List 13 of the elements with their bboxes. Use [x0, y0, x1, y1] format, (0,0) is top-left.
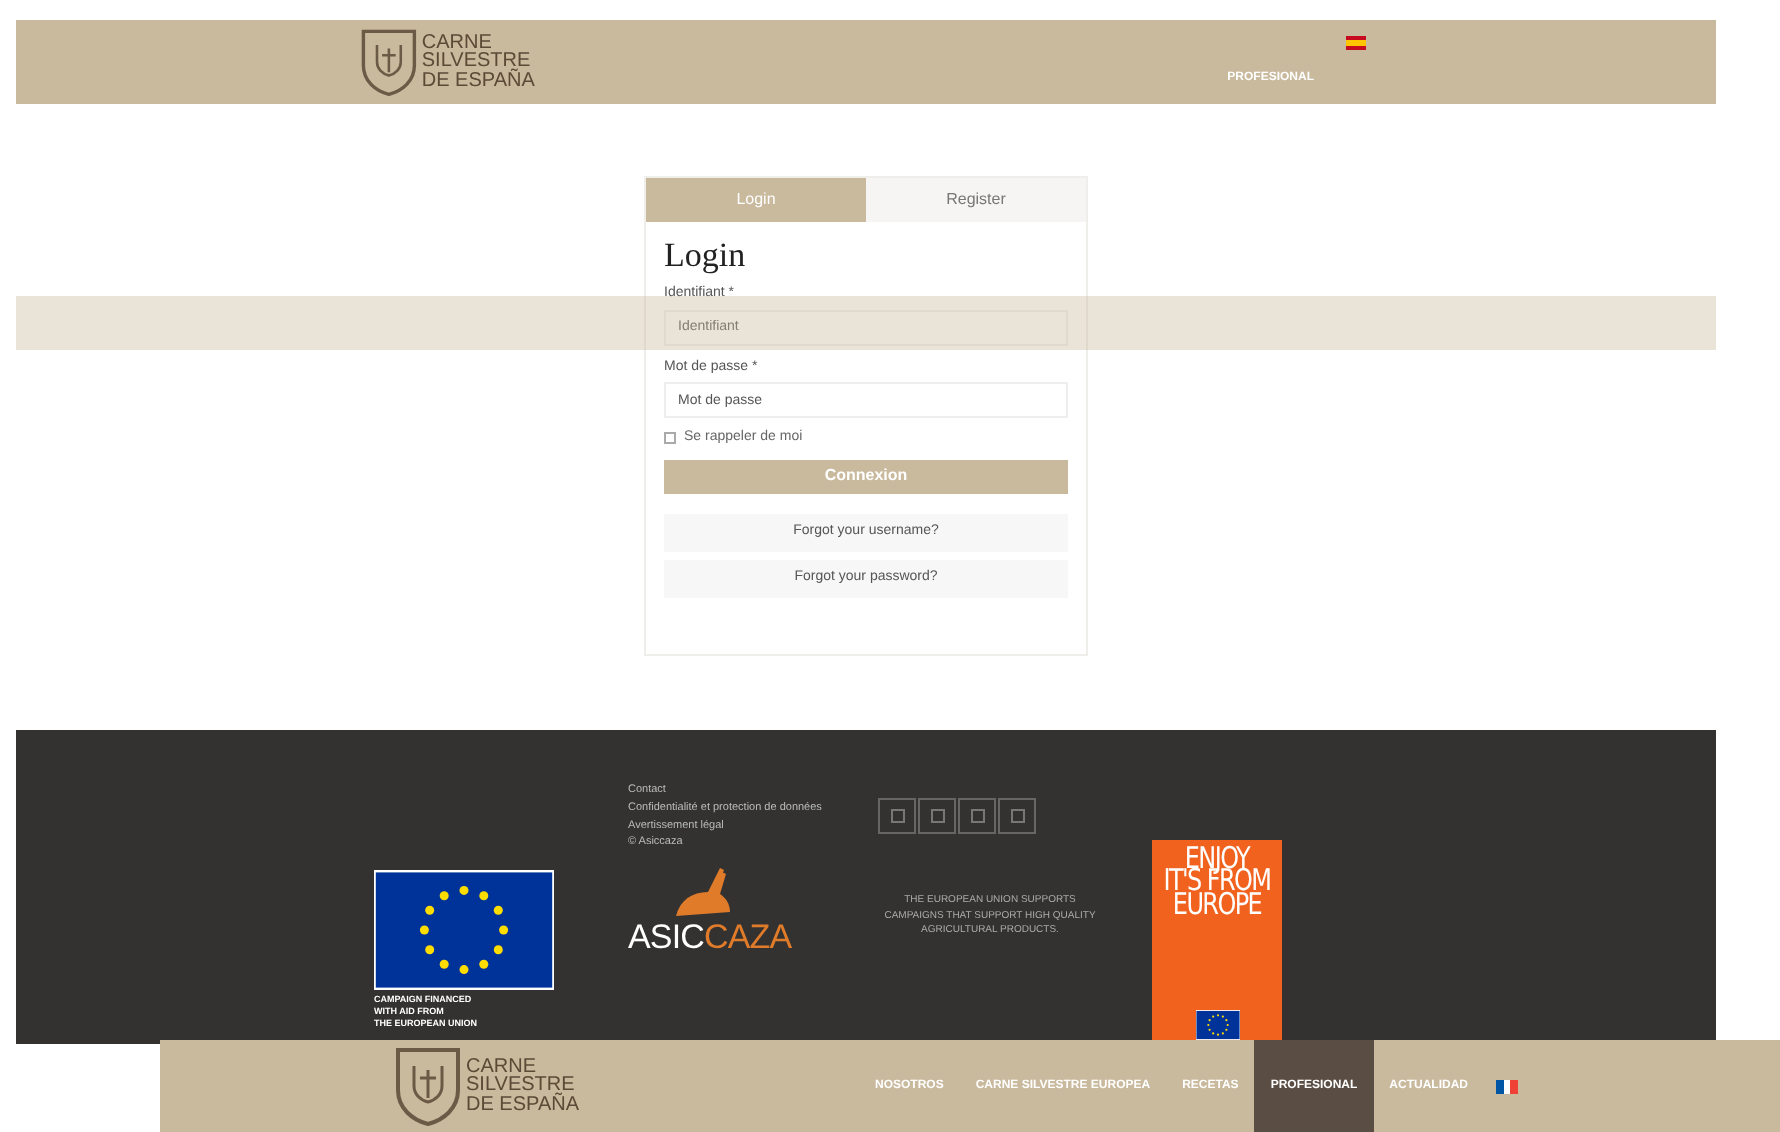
- eu-flag-icon: [374, 870, 554, 990]
- brand-name[interactable]: CARNE SILVESTRE DE ESPAÑA: [421, 33, 535, 91]
- shield-logo-icon: [394, 1046, 462, 1126]
- checkbox[interactable]: [664, 432, 676, 445]
- login-tab[interactable]: Register: [866, 178, 1086, 222]
- brand-name[interactable]: CARNE SILVESTRE DE ESPAÑA: [466, 1057, 579, 1115]
- spain-flag-icon[interactable]: [1346, 36, 1366, 50]
- shield-logo-icon: [360, 28, 418, 96]
- poster-slogan: ENJOY IT'S FROM EUROPE: [1163, 848, 1271, 917]
- eu-flag-icon: [1195, 1010, 1239, 1040]
- france-flag-icon[interactable]: [1495, 1079, 1518, 1093]
- login-title: Login: [664, 238, 748, 272]
- partner-logo-text[interactable]: ASICCAZA: [628, 920, 792, 955]
